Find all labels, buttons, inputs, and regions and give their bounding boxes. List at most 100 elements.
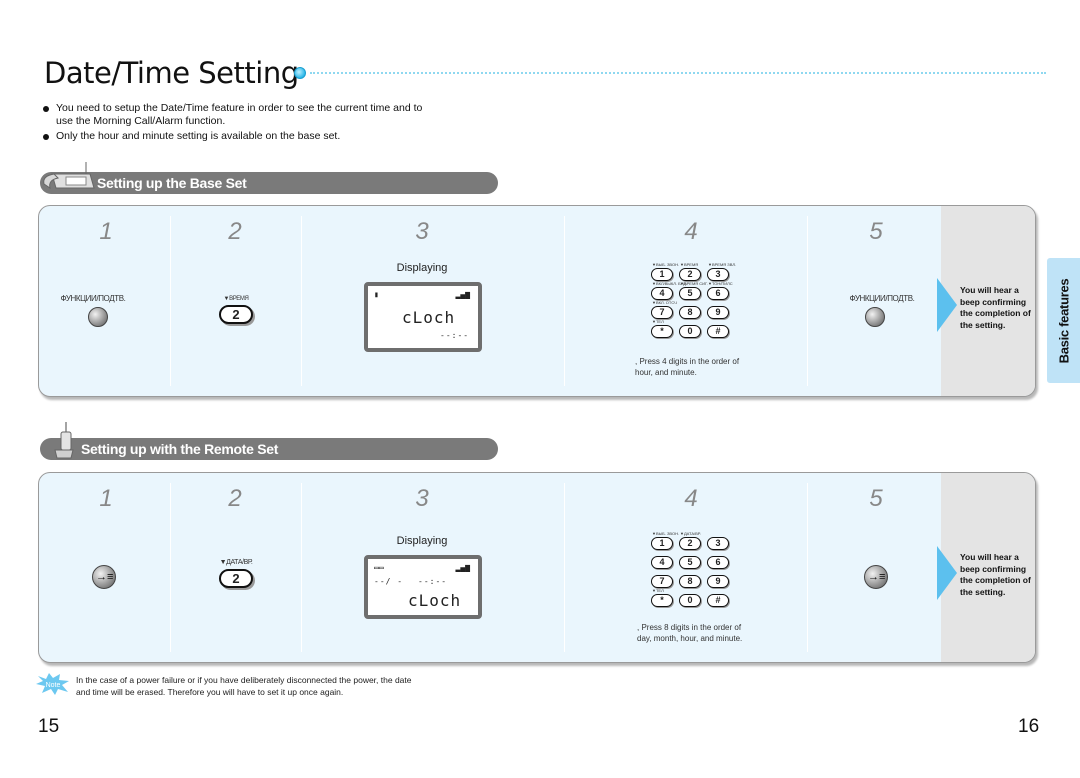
keypad-key[interactable]: 4 xyxy=(651,287,673,300)
keypad-key[interactable]: 8 xyxy=(679,575,701,588)
signal-icon: ▂▄▆ xyxy=(455,563,470,572)
keypad-key[interactable]: # xyxy=(707,594,729,607)
step-number: 1 xyxy=(99,485,113,512)
key-2-button[interactable]: 2 xyxy=(219,569,253,588)
keypad-instruction: , Press 4 digits in the order of hour, a… xyxy=(635,357,740,377)
key-label: ▼ДАТА/ВР. xyxy=(680,531,701,536)
step-number: 4 xyxy=(684,218,698,245)
keypad-instruction-text: Press 4 digits in the order of hour, and… xyxy=(635,357,740,377)
keypad-key[interactable]: 0 xyxy=(679,594,701,607)
keypad-key[interactable]: 5 xyxy=(679,287,701,300)
displaying-label: Displaying xyxy=(396,535,448,547)
keypad-key[interactable]: 6 xyxy=(707,556,729,569)
function-button-label: ФУНКЦИИ/ПОДТВ. xyxy=(849,294,915,303)
step-number: 1 xyxy=(99,218,113,245)
section-header-base-set: Setting up the Base Set xyxy=(40,172,498,194)
keypad-instruction: , Press 8 digits in the order of day, mo… xyxy=(637,623,743,643)
key-2-label: ▼ВРЕМЯ xyxy=(223,296,249,302)
step-number: 3 xyxy=(415,218,429,245)
note-badge-icon: Note xyxy=(36,673,69,695)
keypad-key[interactable]: 9 xyxy=(707,575,729,588)
function-button-label: ФУНКЦИИ/ПОДТВ. xyxy=(60,294,126,303)
base-phone-icon xyxy=(43,162,95,190)
battery-icon: ▭▭ xyxy=(374,563,384,572)
key-label: ▼ВЫБ. ЗВОН. xyxy=(652,262,680,267)
bullet-item: You need to setup the Date/Time feature … xyxy=(42,102,442,128)
section-title: Setting up the Base Set xyxy=(97,175,247,191)
step-number: 4 xyxy=(684,485,698,512)
base-set-steps-panel: 1 2 3 4 5 ФУНКЦИИ/ПОДТВ. ▼ВРЕМЯ 2 Displa… xyxy=(38,205,1036,397)
lcd-time: --:-- xyxy=(418,577,448,586)
function-button[interactable] xyxy=(88,307,108,327)
keypad-key[interactable]: 2 xyxy=(679,268,701,281)
function-button[interactable] xyxy=(865,307,885,327)
result-text: You will hear a beep confirming the comp… xyxy=(960,552,1031,597)
menu-icon: →≡ xyxy=(96,571,114,583)
lcd-clock-word: cLoch xyxy=(402,308,456,327)
keypad-key[interactable]: 2 xyxy=(679,537,701,550)
arrow-right-icon xyxy=(937,546,957,600)
section-title: Setting up with the Remote Set xyxy=(81,441,279,457)
keypad-key[interactable]: 7 xyxy=(651,575,673,588)
arrow-right-icon xyxy=(937,278,957,332)
keypad-key[interactable]: 3 xyxy=(707,268,729,281)
handset-icon xyxy=(54,422,74,459)
step-number: 3 xyxy=(415,485,429,512)
menu-button[interactable]: →≡ xyxy=(864,565,888,589)
page-title: Date/Time Setting xyxy=(44,56,299,90)
lcd-display: ▮ ▂▄▆ cLoch --:-- xyxy=(364,282,482,352)
menu-button[interactable]: →≡ xyxy=(92,565,116,589)
keypad-key[interactable]: * xyxy=(651,325,673,338)
intro-bullets: You need to setup the Date/Time feature … xyxy=(42,102,442,145)
svg-text:Note: Note xyxy=(46,682,61,689)
result-text: You will hear a beep confirming the comp… xyxy=(960,285,1031,330)
key-2-label: ▼ДАТА/ВР. xyxy=(219,559,253,566)
lcd-time: --:-- xyxy=(440,331,470,340)
keypad-key[interactable]: * xyxy=(651,594,673,607)
keypad-key[interactable]: 9 xyxy=(707,306,729,319)
step-number: 5 xyxy=(869,485,883,512)
key-label: ▼ВРЕМЯ ЗВЛ. xyxy=(708,262,737,267)
key-label: ▼ВЫБ. ЗВОН. xyxy=(652,531,680,536)
key-2-button[interactable]: 2 xyxy=(219,305,253,324)
lcd-display: ▭▭ ▂▄▆ --/ - --:-- cLoch xyxy=(364,555,482,619)
keypad-key[interactable]: 3 xyxy=(707,537,729,550)
keypad-key[interactable]: 4 xyxy=(651,556,673,569)
title-bullet-icon xyxy=(294,67,306,79)
lcd-date: --/ - xyxy=(374,577,404,586)
step-number: 2 xyxy=(228,485,242,512)
title-dotted-rule xyxy=(310,72,1046,74)
key-label: ▼ВРЕМЯ СИГ. xyxy=(680,281,708,286)
keypad-key[interactable]: 8 xyxy=(679,306,701,319)
keypad: ▼ВЫБ. ЗВОН. 1 ▼ДАТА/ВР. 2 3 4 5 6 7 8 9 ▼ТЕЛ * 0 # xyxy=(651,531,741,611)
key-label: ▼ТОН/ПИЛС xyxy=(708,281,733,286)
keypad-instruction-text: Press 8 digits in the order of day, mont… xyxy=(637,623,743,643)
step-number: 2 xyxy=(228,218,242,245)
keypad-key[interactable]: 0 xyxy=(679,325,701,338)
lcd-clock-word: cLoch xyxy=(408,591,462,610)
keypad-key[interactable]: 7 xyxy=(651,306,673,319)
step-number: 5 xyxy=(869,218,883,245)
page-number-left: 15 xyxy=(38,716,60,737)
battery-icon: ▮ xyxy=(374,290,379,299)
keypad-key[interactable]: 5 xyxy=(679,556,701,569)
page-number-right: 16 xyxy=(1018,716,1040,737)
note-text: In the case of a power failure or if you… xyxy=(76,675,412,697)
side-tab-label: Basic features xyxy=(1056,278,1071,363)
key-label: ▼ВРЕМЯ xyxy=(680,262,699,267)
key-label: ▼ВКЛ. ОТСЧ xyxy=(652,300,677,305)
key-label: ▼ТЕЛ xyxy=(652,319,664,324)
displaying-label: Displaying xyxy=(396,262,448,274)
keypad-key[interactable]: 1 xyxy=(651,537,673,550)
keypad-key[interactable]: 1 xyxy=(651,268,673,281)
menu-icon: →≡ xyxy=(868,571,886,583)
keypad-key[interactable]: # xyxy=(707,325,729,338)
signal-icon: ▂▄▆ xyxy=(455,290,470,299)
keypad: ▼ВЫБ. ЗВОН. 1 ▼ВРЕМЯ 2 ▼ВРЕМЯ ЗВЛ. 3 ▼ВКЛ/ВЫКЛ… xyxy=(651,262,741,342)
section-header-remote-set: Setting up with the Remote Set xyxy=(40,438,498,460)
keypad-key[interactable]: 6 xyxy=(707,287,729,300)
bullet-item: Only the hour and minute setting is avai… xyxy=(42,130,442,143)
key-label: ▼ТЕЛ xyxy=(652,588,664,593)
side-tab-basic-features[interactable]: Basic features xyxy=(1047,258,1080,383)
remote-set-steps-panel: 1 2 3 4 5 →≡ ▼ДАТА/ВР. 2 Displaying ▭▭ ▂… xyxy=(38,472,1036,663)
